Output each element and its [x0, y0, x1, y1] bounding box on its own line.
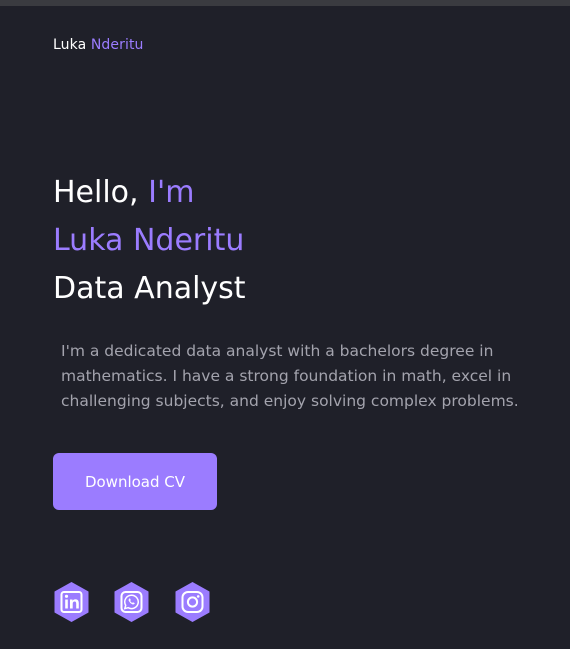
site-logo[interactable]: Luka Nderitu [53, 37, 144, 53]
linkedin-icon [54, 582, 89, 622]
bio-paragraph: I'm a dedicated data analyst with a bach… [61, 342, 519, 410]
portfolio-page: Luka Nderitu Hello, I'm Luka Nderitu Dat… [0, 6, 570, 649]
hero-role: Data Analyst [53, 271, 246, 306]
linkedin-link[interactable] [53, 581, 90, 623]
instagram-icon [175, 582, 210, 622]
hero-greeting: Hello, I'm [53, 178, 194, 208]
whatsapp-icon [114, 582, 149, 622]
hero-greeting-accent: I'm [148, 175, 195, 210]
hero-greeting-text: Hello, [53, 175, 139, 210]
logo-first-name: Luka [53, 37, 87, 53]
whatsapp-link[interactable] [113, 581, 150, 623]
instagram-link[interactable] [174, 581, 211, 623]
download-cv-button[interactable]: Download CV [53, 453, 217, 510]
hero-name: Luka Nderitu [53, 223, 245, 258]
logo-last-name: Nderitu [90, 37, 144, 53]
